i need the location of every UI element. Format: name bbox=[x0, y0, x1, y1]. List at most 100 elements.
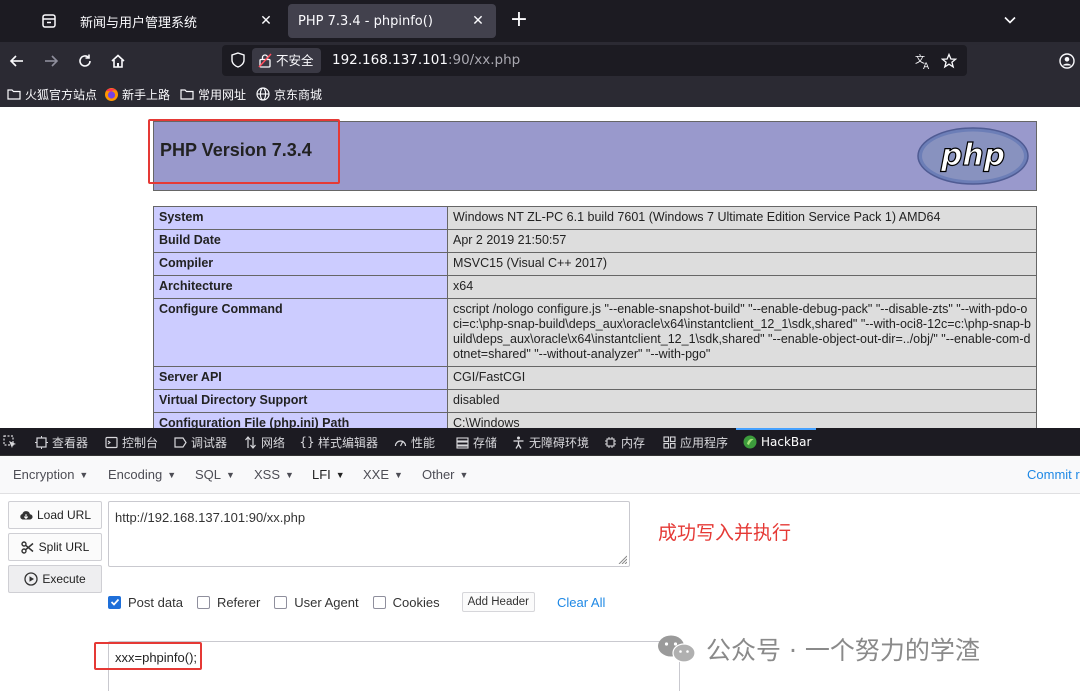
row-value: Windows NT ZL-PC 6.1 build 7601 (Windows… bbox=[447, 206, 1037, 230]
url-textarea[interactable]: http://192.168.137.101:90/xx.php bbox=[108, 501, 630, 567]
tab-title: PHP 7.3.4 - phpinfo() bbox=[298, 13, 433, 29]
caret-down-icon: ▼ bbox=[335, 470, 345, 480]
close-icon[interactable]: ✕ bbox=[470, 13, 486, 29]
annotation-success: 成功写入并执行 bbox=[658, 522, 792, 544]
devtools-tab-inspector[interactable]: 查看器 bbox=[34, 432, 88, 452]
shield-icon bbox=[231, 52, 245, 68]
highlight-box-post bbox=[94, 642, 202, 670]
row-key: Configure Command bbox=[153, 298, 448, 367]
list-all-tabs-button[interactable] bbox=[1000, 10, 1020, 30]
tab-overview-button[interactable] bbox=[38, 10, 60, 32]
close-icon[interactable]: ✕ bbox=[258, 13, 274, 29]
new-tab-button[interactable]: + bbox=[507, 8, 531, 32]
bookmark-star-button[interactable] bbox=[939, 51, 959, 71]
menu-lfi[interactable]: LFI ▼ bbox=[312, 467, 345, 482]
menu-xss[interactable]: XSS ▼ bbox=[254, 467, 294, 482]
devtools-tab-accessibility[interactable]: 无障碍环境 bbox=[511, 432, 589, 452]
hackbar-icon bbox=[743, 435, 757, 449]
checkbox-checked[interactable] bbox=[108, 595, 121, 609]
row-value: cscript /nologo configure.js "--enable-s… bbox=[447, 298, 1037, 367]
bookmark-label: 京东商城 bbox=[274, 87, 323, 102]
resize-handle-icon[interactable] bbox=[617, 554, 627, 564]
devtools-tab-label: 样式编辑器 bbox=[318, 435, 379, 450]
insecure-lock-icon bbox=[258, 53, 272, 68]
execute-button[interactable]: Execute bbox=[8, 565, 102, 593]
clear-all-link[interactable]: Clear All bbox=[557, 595, 605, 610]
bookmark-item[interactable]: 火狐官方站点 bbox=[6, 84, 97, 104]
translate-button[interactable]: 文A bbox=[913, 51, 933, 71]
menu-xxe[interactable]: XXE ▼ bbox=[363, 467, 403, 482]
referer-option[interactable]: Referer bbox=[196, 595, 260, 610]
home-button[interactable] bbox=[107, 50, 129, 72]
devtools-tab-network[interactable]: 网络 bbox=[243, 432, 285, 452]
post-data-option[interactable]: Post data bbox=[108, 595, 183, 610]
row-value: MSVC15 (Visual C++ 2017) bbox=[447, 252, 1037, 276]
row-value: disabled bbox=[447, 389, 1037, 413]
connection-insecure-badge[interactable]: 不安全 bbox=[252, 48, 321, 73]
arrow-left-icon bbox=[9, 55, 23, 67]
menu-label: LFI bbox=[312, 467, 331, 482]
tracking-protection-button[interactable] bbox=[229, 51, 247, 69]
commit-link[interactable]: Commit r bbox=[1027, 467, 1080, 482]
phpinfo-table: System Windows NT ZL-PC 6.1 build 7601 (W… bbox=[153, 206, 1037, 428]
highlight-box-version bbox=[148, 119, 340, 184]
folder-icon bbox=[179, 86, 195, 102]
globe-icon bbox=[255, 86, 271, 102]
add-header-button[interactable]: Add Header bbox=[461, 592, 535, 612]
back-button[interactable] bbox=[6, 50, 28, 72]
split-url-button[interactable]: Split URL bbox=[8, 533, 102, 561]
svg-text:A: A bbox=[923, 62, 930, 70]
reload-icon bbox=[79, 54, 91, 67]
checkbox-unchecked[interactable] bbox=[274, 595, 288, 609]
hackbar-panel: Encryption ▼ Encoding ▼ SQL ▼ XSS ▼ LFI ▼ XXE… bbox=[0, 456, 1080, 691]
menu-sql[interactable]: SQL ▼ bbox=[195, 467, 235, 482]
checkbox-unchecked[interactable] bbox=[372, 595, 386, 609]
forward-button[interactable] bbox=[40, 50, 62, 72]
row-value: Apr 2 2019 21:50:57 bbox=[447, 229, 1037, 253]
url-text[interactable]: 192.168.137.101:90/xx.php bbox=[332, 52, 520, 68]
menu-label: SQL bbox=[195, 467, 222, 482]
browser-tab-bar: 新闻与用户管理系统 ✕ PHP 7.3.4 - phpinfo() ✕ + bbox=[0, 0, 1080, 42]
checkbox-unchecked[interactable] bbox=[196, 595, 210, 609]
devtools-tab-performance[interactable]: 性能 bbox=[393, 432, 435, 452]
active-tab-indicator bbox=[736, 428, 816, 430]
account-button[interactable] bbox=[1056, 50, 1078, 72]
user-agent-option[interactable]: User Agent bbox=[274, 595, 359, 610]
caret-down-icon: ▼ bbox=[459, 470, 469, 480]
menu-encryption[interactable]: Encryption ▼ bbox=[13, 467, 88, 482]
table-row: Server API CGI/FastCGI bbox=[153, 366, 1037, 390]
hackbar-menu-bar: Encryption ▼ Encoding ▼ SQL ▼ XSS ▼ LFI ▼ XXE… bbox=[0, 456, 1080, 494]
browser-tab-phpinfo[interactable]: PHP 7.3.4 - phpinfo() ✕ bbox=[288, 4, 496, 38]
bookmark-item[interactable]: 新手上路 bbox=[103, 84, 170, 104]
devtools-tab-label: 网络 bbox=[261, 435, 286, 450]
bookmark-item[interactable]: 常用网址 bbox=[179, 84, 246, 104]
reload-button[interactable] bbox=[74, 50, 96, 72]
row-key: Server API bbox=[153, 366, 448, 390]
table-row: Build Date Apr 2 2019 21:50:57 bbox=[153, 229, 1037, 253]
devtools-tab-style-editor[interactable]: {} 样式编辑器 bbox=[299, 432, 379, 452]
style-editor-icon: {} bbox=[299, 435, 315, 449]
cookies-option[interactable]: Cookies bbox=[372, 595, 440, 610]
bookmark-item[interactable]: 京东商城 bbox=[255, 84, 322, 104]
button-label: Load URL bbox=[36, 508, 92, 522]
address-bar[interactable]: 不安全 192.168.137.101:90/xx.php 文A bbox=[222, 45, 967, 76]
devtools-tab-debugger[interactable]: 调试器 bbox=[173, 432, 227, 452]
table-row: Architecture x64 bbox=[153, 275, 1037, 299]
menu-label: XXE bbox=[363, 467, 390, 482]
menu-encoding[interactable]: Encoding ▼ bbox=[108, 467, 176, 482]
load-url-button[interactable]: Load URL bbox=[8, 501, 102, 529]
page-viewport: PHP Version 7.3.4 php System Windows NT Z… bbox=[0, 107, 1080, 428]
devtools-tab-console[interactable]: 控制台 bbox=[104, 432, 158, 452]
devtools-tab-storage[interactable]: 存储 bbox=[455, 432, 497, 452]
devtools-tab-label: 应用程序 bbox=[680, 435, 729, 450]
browser-tab-news-system[interactable]: 新闻与用户管理系统 ✕ bbox=[70, 4, 284, 38]
element-picker-button[interactable] bbox=[3, 432, 21, 452]
devtools-tab-application[interactable]: 应用程序 bbox=[662, 432, 728, 452]
url-path: :90/xx.php bbox=[447, 52, 521, 68]
devtools-tab-memory[interactable]: 内存 bbox=[603, 432, 645, 452]
memory-icon bbox=[603, 435, 617, 449]
devtools-tab-hackbar[interactable]: HackBar bbox=[743, 432, 811, 452]
inspector-icon bbox=[34, 435, 48, 449]
row-key: Architecture bbox=[153, 275, 448, 299]
menu-other[interactable]: Other ▼ bbox=[422, 467, 468, 482]
